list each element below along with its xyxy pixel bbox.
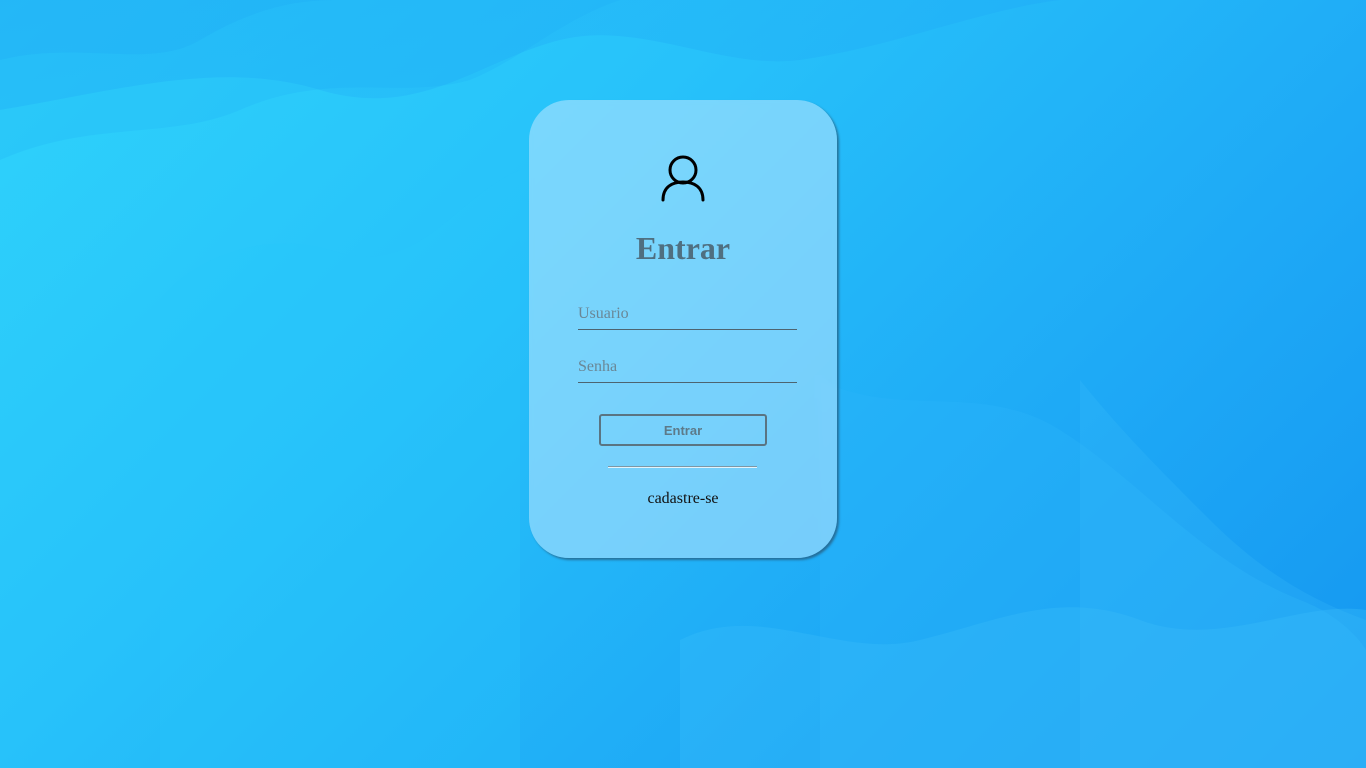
login-title: Entrar bbox=[635, 230, 731, 266]
user-icon bbox=[661, 155, 705, 202]
password-input[interactable] bbox=[578, 352, 797, 383]
username-input[interactable] bbox=[578, 299, 797, 330]
signup-link[interactable]: cadastre-se bbox=[529, 488, 837, 510]
login-submit-button[interactable]: Entrar bbox=[599, 414, 767, 446]
login-card: Entrar Entrar cadastre-se bbox=[529, 100, 837, 558]
divider bbox=[608, 466, 757, 468]
